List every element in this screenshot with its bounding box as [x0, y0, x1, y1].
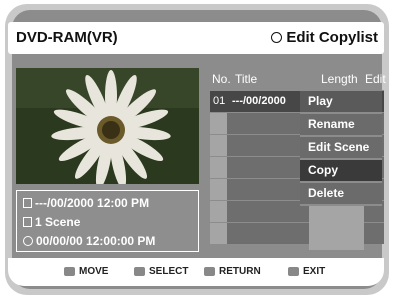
select-icon	[134, 267, 145, 276]
info-time: 00/00/00 12:00:00 PM	[23, 234, 155, 248]
page-title: DVD-RAM(VR)	[16, 29, 118, 46]
length-column-block	[309, 200, 364, 250]
header-bar: DVD-RAM(VR) Edit Copylist	[8, 22, 384, 54]
exit-hint: EXIT	[288, 266, 325, 277]
select-hint: SELECT	[134, 266, 188, 277]
scene-icon	[23, 217, 32, 227]
row-title: ---/00/2000	[232, 95, 286, 107]
row-number: 01	[213, 95, 226, 107]
column-header-title: Title	[235, 72, 258, 86]
footer-help-bar: MOVE SELECT RETURN EXIT	[8, 258, 384, 286]
return-icon	[204, 267, 215, 276]
circle-icon	[271, 32, 283, 43]
menu-item-delete[interactable]: Delete	[300, 183, 382, 206]
edit-menu: Play Rename Edit Scene Copy Delete	[300, 91, 382, 206]
clock-icon	[23, 236, 33, 246]
flower-image	[16, 68, 199, 184]
document-icon	[23, 198, 32, 208]
info-date: ---/00/2000 12:00 PM	[23, 196, 149, 210]
column-header-no: No.	[212, 72, 231, 86]
mode-label: Edit Copylist	[286, 29, 378, 46]
return-hint: RETURN	[204, 266, 261, 277]
column-header-length: Length	[321, 72, 358, 86]
menu-item-edit-scene[interactable]: Edit Scene	[300, 137, 382, 160]
move-icon	[64, 267, 75, 276]
title-info-panel: ---/00/2000 12:00 PM 1 Scene 00/00/00 12…	[16, 190, 199, 252]
exit-icon	[288, 267, 299, 276]
menu-item-copy[interactable]: Copy	[300, 160, 382, 183]
menu-item-play[interactable]: Play	[300, 91, 382, 114]
move-hint: MOVE	[64, 266, 108, 277]
column-header-edit: Edit	[365, 72, 386, 86]
info-scenes: 1 Scene	[23, 215, 80, 229]
menu-item-rename[interactable]: Rename	[300, 114, 382, 137]
scene-thumbnail	[16, 68, 199, 184]
mode-indicator: Edit Copylist	[271, 29, 378, 46]
